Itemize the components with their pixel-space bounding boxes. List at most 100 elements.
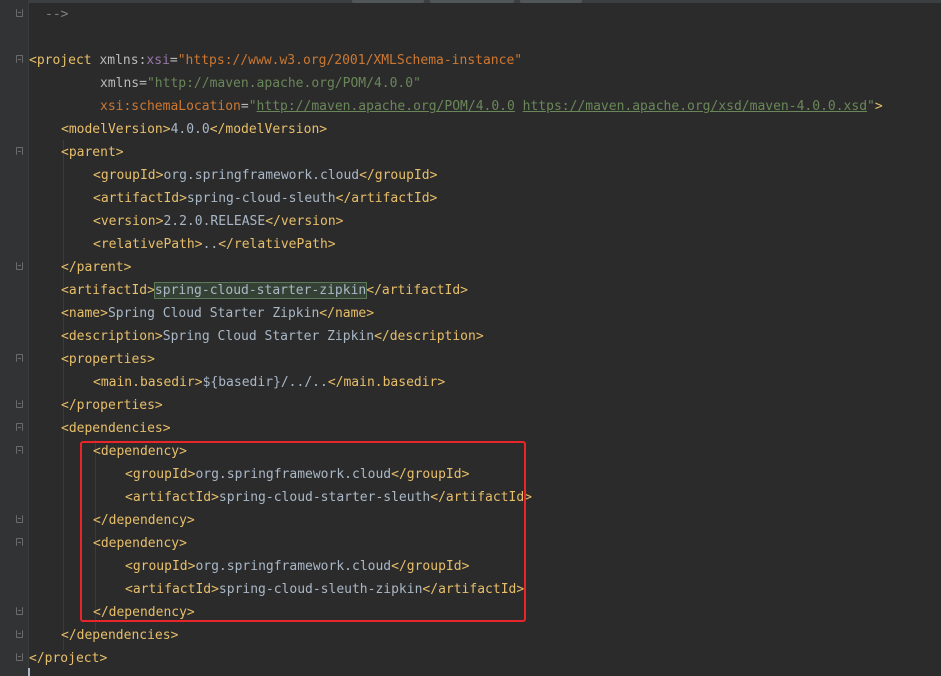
- schema-link[interactable]: https://maven.apache.org/xsd/maven-4.0.0…: [523, 99, 867, 114]
- xml-tag: </dependency>: [93, 605, 195, 620]
- editor-tab[interactable]: [520, 0, 582, 3]
- editor-gutter[interactable]: [0, 0, 28, 676]
- xml-text: spring-cloud-sleuth: [186, 191, 336, 206]
- code-line: <dependency>: [93, 440, 187, 463]
- xml-attr: xmlns: [100, 76, 140, 91]
- code-line: <description>Spring Cloud Starter Zipkin…: [61, 325, 484, 348]
- fold-end-icon[interactable]: [16, 9, 23, 17]
- fold-end-icon[interactable]: [16, 653, 23, 661]
- xml-tag: <description>: [61, 329, 163, 344]
- editor-tab-strip: [0, 0, 941, 3]
- code-line: <dependency>: [93, 532, 187, 555]
- code-line: <artifactId>spring-cloud-sleuth-zipkin</…: [125, 578, 524, 601]
- fold-start-icon[interactable]: [16, 446, 23, 454]
- gutter-separator: [28, 0, 29, 676]
- fold-end-icon[interactable]: [16, 630, 23, 638]
- highlighted-text: spring-cloud-starter-zipkin: [153, 282, 368, 299]
- xml-tag: <version>: [93, 214, 164, 229]
- code-line: <artifactId>spring-cloud-sleuth</artifac…: [93, 187, 437, 210]
- xml-text: spring-cloud-sleuth-zipkin: [218, 582, 423, 597]
- xml-attr: xsi: [146, 53, 170, 68]
- xml-text: org.springframework.cloud: [195, 559, 392, 574]
- code-line: </dependency>: [93, 601, 195, 624]
- editor-tab[interactable]: [352, 0, 424, 3]
- code-line: <project xmlns:xsi="https://www.w3.org/2…: [29, 49, 522, 72]
- xml-attr: xmlns: [99, 53, 139, 68]
- code-line: </properties>: [61, 394, 163, 417]
- xml-tag: <project: [29, 53, 100, 68]
- xml-text: spring-cloud-starter-sleuth: [218, 490, 431, 505]
- code-line: xmlns="http://maven.apache.org/POM/4.0.0…: [100, 72, 421, 95]
- xml-attr: =: [139, 76, 147, 91]
- xml-text: 2.2.0.RELEASE: [163, 214, 266, 229]
- xml-value: ": [248, 99, 257, 114]
- xml-tag: <dependencies>: [61, 421, 171, 436]
- code-line: </dependency>: [93, 509, 195, 532]
- fold-end-icon[interactable]: [16, 607, 23, 615]
- xml-comment: -->: [45, 7, 69, 22]
- xml-tag: <artifactId>: [125, 582, 219, 597]
- code-line: <version>2.2.0.RELEASE</version>: [93, 210, 343, 233]
- xml-tag: <dependency>: [93, 536, 187, 551]
- fold-end-icon[interactable]: [16, 400, 23, 408]
- fold-end-icon[interactable]: [16, 515, 23, 523]
- xml-tag: >: [874, 99, 883, 114]
- xml-tag: </artifactId>: [422, 582, 525, 597]
- xml-tag: <artifactId>: [61, 283, 155, 298]
- xml-value: "http://maven.apache.org/POM/4.0.0": [146, 76, 421, 91]
- xml-tag: <artifactId>: [125, 490, 219, 505]
- code-line: <artifactId>spring-cloud-starter-sleuth<…: [125, 486, 532, 509]
- xml-tag: </groupId>: [391, 559, 470, 574]
- code-line: </dependencies>: [61, 624, 178, 647]
- code-line: </project>: [29, 647, 107, 670]
- fold-start-icon[interactable]: [16, 55, 23, 63]
- xml-tag: </description>: [374, 329, 484, 344]
- code-line: <relativePath>..</relativePath>: [93, 233, 336, 256]
- xml-tag: </groupId>: [391, 467, 470, 482]
- xml-tag: </groupId>: [359, 168, 438, 183]
- fold-end-icon[interactable]: [16, 262, 23, 270]
- xml-text: ${basedir}/../..: [202, 375, 328, 390]
- code-line: <name>Spring Cloud Starter Zipkin</name>: [61, 302, 374, 325]
- xml-tag: </artifactId>: [335, 191, 438, 206]
- xml-tag: <groupId>: [93, 168, 164, 183]
- code-line: <main.basedir>${basedir}/../..</main.bas…: [93, 371, 445, 394]
- xml-tag: <groupId>: [125, 559, 196, 574]
- code-line: <modelVersion>4.0.0</modelVersion>: [61, 118, 327, 141]
- text-cursor: [28, 668, 30, 676]
- code-line: <groupId>org.springframework.cloud</grou…: [93, 164, 437, 187]
- xml-text: ..: [202, 237, 219, 252]
- code-line: -->: [45, 3, 68, 26]
- xml-tag: <properties>: [61, 352, 155, 367]
- xml-tag: <main.basedir>: [93, 375, 203, 390]
- xml-tag: <parent>: [61, 145, 124, 160]
- xml-tag: <name>: [61, 306, 108, 321]
- xml-tag: <groupId>: [125, 467, 196, 482]
- fold-start-icon[interactable]: [16, 423, 23, 431]
- xml-attr: =: [240, 99, 249, 114]
- xml-tag: </artifactId>: [430, 490, 532, 505]
- xml-tag: </properties>: [61, 398, 163, 413]
- xml-text: org.springframework.cloud: [163, 168, 360, 183]
- xml-tag: </parent>: [61, 260, 132, 275]
- xml-value: ": [867, 99, 875, 114]
- xml-text: 4.0.0: [170, 122, 210, 137]
- code-line: <properties>: [61, 348, 155, 371]
- code-line: <dependencies>: [61, 417, 171, 440]
- fold-start-icon[interactable]: [16, 147, 23, 155]
- xml-text: org.springframework.cloud: [195, 467, 392, 482]
- xml-tag: </version>: [265, 214, 344, 229]
- code-line: xsi:schemaLocation="http://maven.apache.…: [100, 95, 883, 118]
- xml-tag: <artifactId>: [93, 191, 187, 206]
- schema-link[interactable]: http://maven.apache.org/POM/4.0.0: [257, 99, 515, 114]
- editor-tab[interactable]: [430, 0, 514, 3]
- xml-tag: </relativePath>: [218, 237, 336, 252]
- xml-value: "https://www.w3.org/2001/XMLSchema-insta…: [177, 53, 523, 68]
- code-line: <parent>: [61, 141, 124, 164]
- fold-start-icon[interactable]: [16, 354, 23, 362]
- xml-attr: =: [169, 53, 178, 68]
- xml-tag: </project>: [29, 651, 108, 666]
- xml-text: Spring Cloud Starter Zipkin: [107, 306, 320, 321]
- xml-tag: <dependency>: [93, 444, 187, 459]
- fold-start-icon[interactable]: [16, 538, 23, 546]
